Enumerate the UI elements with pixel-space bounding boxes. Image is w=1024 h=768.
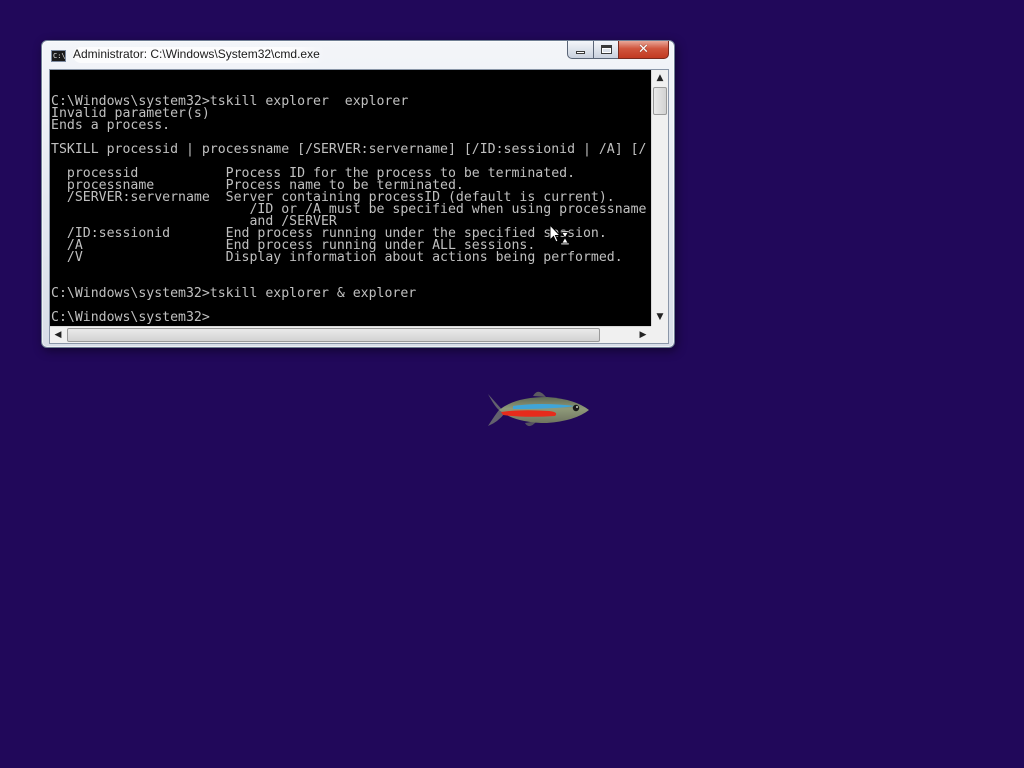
minimize-icon: [576, 50, 585, 54]
scroll-down-button[interactable]: ▼: [652, 309, 668, 325]
busy-cursor-icon: [549, 224, 570, 245]
vertical-scrollbar[interactable]: ▲ ▼: [651, 70, 668, 326]
vertical-scroll-thumb[interactable]: [653, 87, 667, 115]
neon-tetra-fish-icon: [488, 391, 589, 427]
title-bar[interactable]: C:\ Administrator: C:\Windows\System32\c…: [42, 41, 674, 69]
console-output[interactable]: C:\Windows\system32>tskill explorer expl…: [50, 70, 651, 326]
size-grip: [651, 326, 668, 343]
scroll-up-button[interactable]: ▲: [652, 70, 668, 86]
close-button[interactable]: ✕: [618, 41, 669, 59]
close-icon: ✕: [638, 42, 649, 57]
scroll-left-button[interactable]: ◀: [50, 327, 66, 343]
minimize-button[interactable]: [567, 41, 594, 59]
console-text: C:\Windows\system32>tskill explorer expl…: [51, 95, 647, 325]
console-line: C:\Windows\system32>tskill explorer & ex…: [51, 286, 417, 301]
console-client-area: C:\Windows\system32>tskill explorer expl…: [49, 69, 669, 344]
console-line: C:\Windows\system32>: [51, 310, 210, 325]
horizontal-scroll-thumb[interactable]: [67, 328, 600, 342]
console-line: /V Display information about actions bei…: [51, 250, 623, 265]
desktop[interactable]: C:\ Administrator: C:\Windows\System32\c…: [0, 0, 1024, 768]
cmd-window[interactable]: C:\ Administrator: C:\Windows\System32\c…: [41, 40, 675, 348]
cmd-icon[interactable]: C:\: [51, 50, 66, 62]
scroll-right-button[interactable]: ▶: [635, 327, 651, 343]
maximize-button[interactable]: [593, 41, 619, 59]
horizontal-scrollbar[interactable]: ◀ ▶: [50, 326, 651, 343]
caption-buttons: ✕: [567, 41, 671, 61]
window-title: Administrator: C:\Windows\System32\cmd.e…: [73, 47, 326, 63]
console-line: TSKILL processid | processname [/SERVER:…: [51, 142, 647, 157]
maximize-icon: [600, 45, 612, 54]
console-line: Ends a process.: [51, 118, 171, 133]
